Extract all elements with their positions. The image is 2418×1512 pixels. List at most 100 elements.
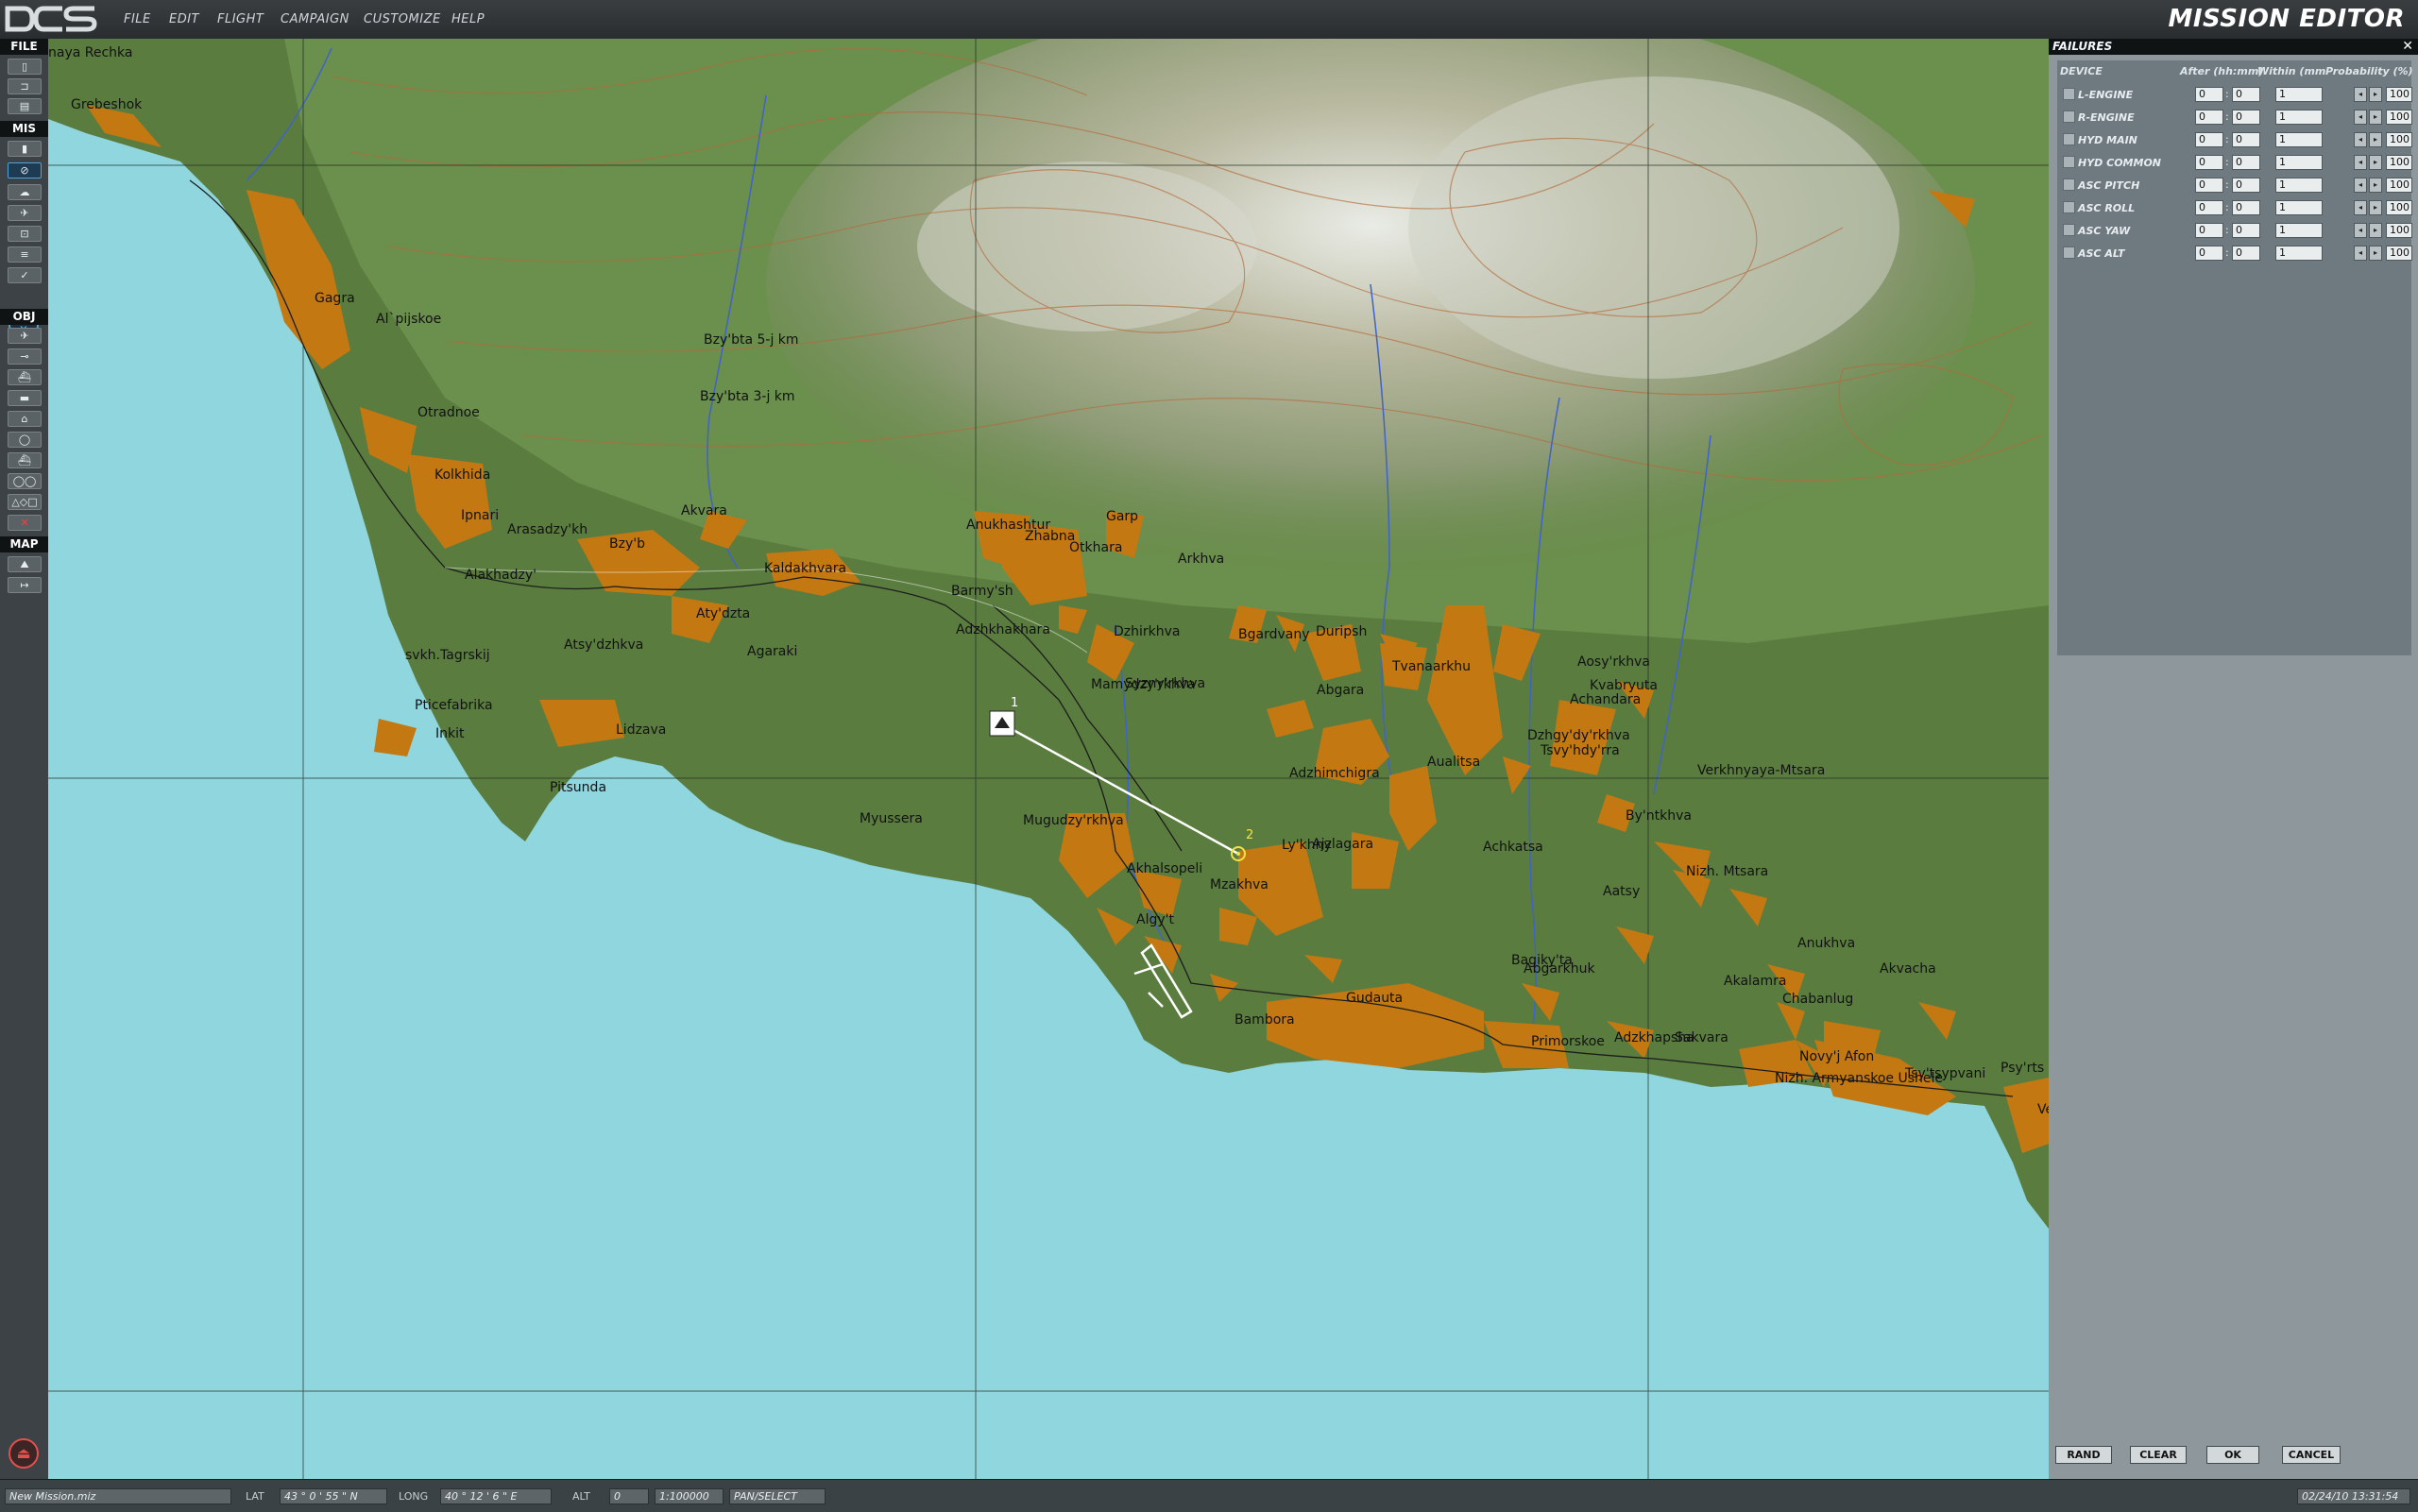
failure-checkbox[interactable] xyxy=(2063,246,2075,259)
after-minutes-input[interactable]: 0 xyxy=(2232,246,2260,261)
add-ground-unit-button[interactable]: ▬ xyxy=(8,390,42,406)
probability-input[interactable]: 100 xyxy=(2386,200,2412,215)
after-hours-input[interactable]: 0 xyxy=(2195,155,2223,170)
failure-checkbox[interactable] xyxy=(2063,133,2075,145)
probability-input[interactable]: 100 xyxy=(2386,223,2412,238)
after-hours-input[interactable]: 0 xyxy=(2195,87,2223,102)
probability-increase-button[interactable]: ▸ xyxy=(2369,223,2382,238)
save-mission-button[interactable]: ▤ xyxy=(8,98,42,114)
menu-campaign[interactable]: CAMPAIGN xyxy=(281,12,349,26)
goals-button[interactable]: ⊡ xyxy=(8,226,42,242)
close-icon[interactable]: ✕ xyxy=(2402,39,2413,55)
after-hours-input[interactable]: 0 xyxy=(2195,246,2223,261)
menu-help[interactable]: HELP xyxy=(451,12,485,26)
probability-decrease-button[interactable]: ◂ xyxy=(2354,155,2367,170)
failure-checkbox[interactable] xyxy=(2063,110,2075,123)
probability-increase-button[interactable]: ▸ xyxy=(2369,178,2382,193)
after-minutes-input[interactable]: 0 xyxy=(2232,223,2260,238)
within-minutes-input[interactable]: 1 xyxy=(2275,87,2323,102)
within-minutes-input[interactable]: 1 xyxy=(2275,178,2323,193)
within-minutes-input[interactable]: 1 xyxy=(2275,223,2323,238)
add-helicopter-button[interactable]: ⊸ xyxy=(8,348,42,365)
failure-checkbox[interactable] xyxy=(2063,178,2075,191)
delete-button[interactable]: ✕ xyxy=(8,515,42,531)
probability-decrease-button[interactable]: ◂ xyxy=(2354,110,2367,125)
menu-customize[interactable]: CUSTOMIZE xyxy=(364,12,441,26)
probability-input[interactable]: 100 xyxy=(2386,132,2412,147)
probability-input[interactable]: 100 xyxy=(2386,246,2412,261)
probability-increase-button[interactable]: ▸ xyxy=(2369,110,2382,125)
after-minutes-input[interactable]: 0 xyxy=(2232,200,2260,215)
after-hours-input[interactable]: 0 xyxy=(2195,110,2223,125)
nav-points-button[interactable]: ◯◯ xyxy=(8,473,42,489)
probability-input[interactable]: 100 xyxy=(2386,87,2412,102)
failure-checkbox[interactable] xyxy=(2063,224,2075,236)
probability-increase-button[interactable]: ▸ xyxy=(2369,132,2382,147)
weather-icon: ☁ xyxy=(19,186,30,198)
within-minutes-input[interactable]: 1 xyxy=(2275,155,2323,170)
time-separator: : xyxy=(2225,156,2229,168)
within-minutes-input[interactable]: 1 xyxy=(2275,200,2323,215)
aircraft-settings-button[interactable]: ✈ xyxy=(8,205,42,221)
failures-button[interactable]: ⊘ xyxy=(8,162,42,178)
town-label: Ve xyxy=(2037,1102,2049,1117)
add-plane-button[interactable]: ✈ xyxy=(8,328,42,344)
map-view[interactable]: 1 2 naya Rechka Grebeshok Gagra Al`pijsk… xyxy=(48,39,2049,1479)
add-template-button[interactable]: ⛴ xyxy=(8,452,42,468)
after-minutes-input[interactable]: 0 xyxy=(2232,87,2260,102)
clear-button[interactable]: CLEAR xyxy=(2130,1446,2187,1464)
rand-button[interactable]: RAND xyxy=(2055,1446,2112,1464)
probability-increase-button[interactable]: ▸ xyxy=(2369,200,2382,215)
within-minutes-input[interactable]: 1 xyxy=(2275,246,2323,261)
map-options-button[interactable]: ⛰ xyxy=(8,556,42,572)
after-hours-input[interactable]: 0 xyxy=(2195,223,2223,238)
weather-button[interactable]: ☁ xyxy=(8,184,42,200)
new-mission-button[interactable]: ▯ xyxy=(8,59,42,75)
after-minutes-input[interactable]: 0 xyxy=(2232,132,2260,147)
probability-decrease-button[interactable]: ◂ xyxy=(2354,178,2367,193)
probability-increase-button[interactable]: ▸ xyxy=(2369,87,2382,102)
menu-edit[interactable]: EDIT xyxy=(169,12,199,26)
map-scale[interactable]: 1:100000 xyxy=(655,1488,724,1504)
probability-increase-button[interactable]: ▸ xyxy=(2369,246,2382,261)
after-hours-input[interactable]: 0 xyxy=(2195,132,2223,147)
failure-checkbox[interactable] xyxy=(2063,156,2075,168)
add-trigger-zone-button[interactable]: ◯ xyxy=(8,432,42,448)
probability-increase-button[interactable]: ▸ xyxy=(2369,155,2382,170)
add-static-button[interactable]: ⌂ xyxy=(8,411,42,427)
probability-decrease-button[interactable]: ◂ xyxy=(2354,132,2367,147)
eject-button[interactable]: ⏏ xyxy=(9,1438,39,1469)
after-minutes-input[interactable]: 0 xyxy=(2232,178,2260,193)
within-minutes-input[interactable]: 1 xyxy=(2275,132,2323,147)
add-ship-button[interactable]: ⛴ xyxy=(8,369,42,385)
shapes-button[interactable]: △◇□ xyxy=(8,494,42,510)
cancel-button[interactable]: CANCEL xyxy=(2282,1446,2341,1464)
failures-panel: FAILURES ✕ DEVICE After (hh:mm) Within (… xyxy=(2049,39,2418,1479)
probability-input[interactable]: 100 xyxy=(2386,110,2412,125)
probability-input[interactable]: 100 xyxy=(2386,178,2412,193)
after-minutes-input[interactable]: 0 xyxy=(2232,110,2260,125)
town-label: Adzhimchigra xyxy=(1289,766,1380,781)
probability-input[interactable]: 100 xyxy=(2386,155,2412,170)
check-mission-button[interactable]: ✓ xyxy=(8,267,42,283)
menu-file[interactable]: FILE xyxy=(124,12,151,26)
open-mission-button[interactable]: ⊐ xyxy=(8,78,42,94)
mission-filename: New Mission.miz xyxy=(5,1488,231,1504)
failure-checkbox[interactable] xyxy=(2063,88,2075,100)
within-minutes-input[interactable]: 1 xyxy=(2275,110,2323,125)
menu-flight[interactable]: FLIGHT xyxy=(217,12,264,26)
after-hours-input[interactable]: 0 xyxy=(2195,178,2223,193)
probability-decrease-button[interactable]: ◂ xyxy=(2354,246,2367,261)
probability-decrease-button[interactable]: ◂ xyxy=(2354,200,2367,215)
probability-decrease-button[interactable]: ◂ xyxy=(2354,223,2367,238)
ok-button[interactable]: OK xyxy=(2206,1446,2259,1464)
after-hours-input[interactable]: 0 xyxy=(2195,200,2223,215)
trigger-icon: ▮ xyxy=(21,143,28,155)
after-minutes-input[interactable]: 0 xyxy=(2232,155,2260,170)
probability-decrease-button[interactable]: ◂ xyxy=(2354,87,2367,102)
town-label: Dzhirkhva xyxy=(1114,624,1181,639)
trigger-button[interactable]: ▮ xyxy=(8,141,42,157)
ruler-button[interactable]: ↦ xyxy=(8,577,42,593)
briefing-button[interactable]: ≡ xyxy=(8,246,42,263)
failure-checkbox[interactable] xyxy=(2063,201,2075,213)
